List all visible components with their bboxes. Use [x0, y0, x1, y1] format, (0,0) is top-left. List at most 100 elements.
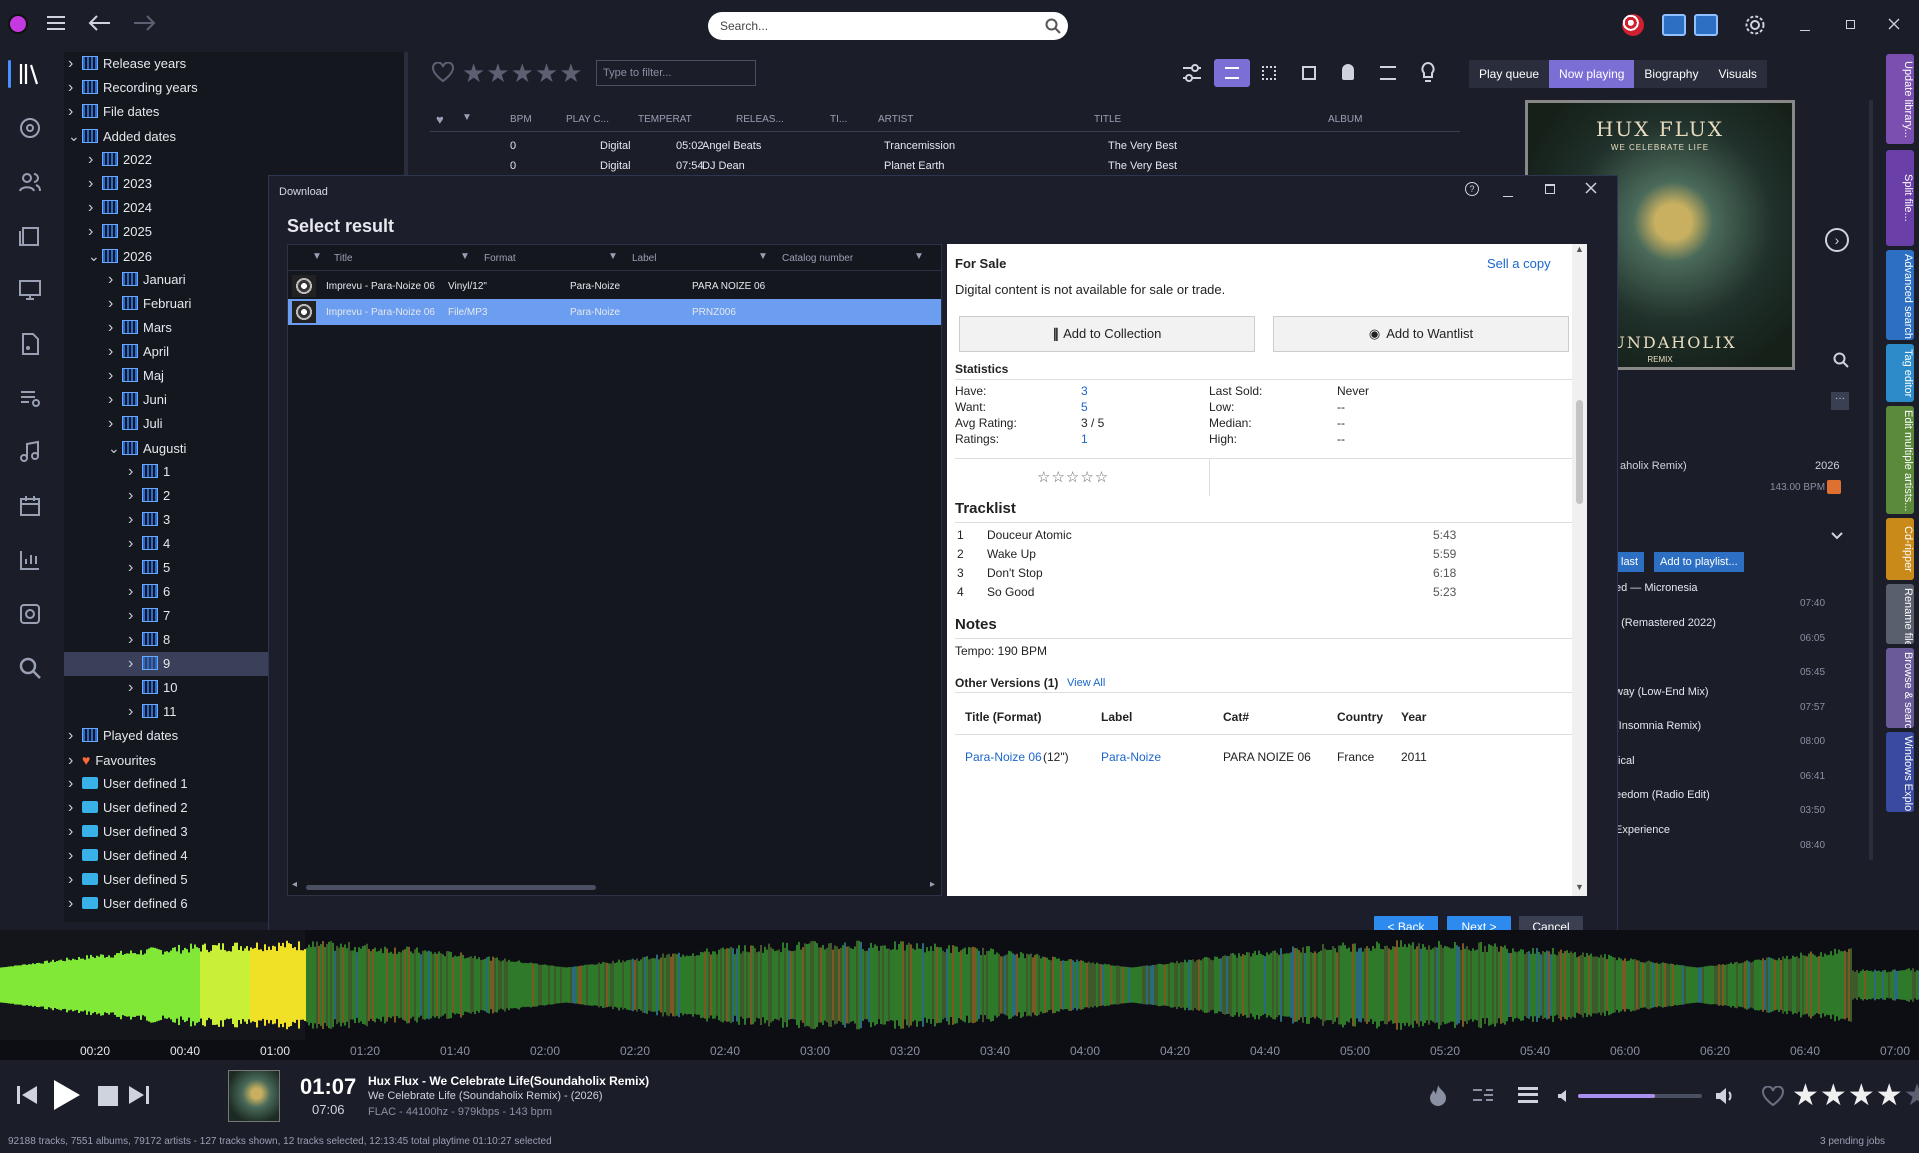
- rating-star-icon[interactable]: ★: [1904, 1079, 1919, 1112]
- add-to-wantlist-button[interactable]: ◉ Add to Wantlist: [1273, 316, 1569, 352]
- grid-filter-icon[interactable]: ▼: [608, 251, 618, 262]
- chevron-right-icon[interactable]: ›: [128, 460, 142, 484]
- stat-value[interactable]: 3: [1081, 384, 1088, 398]
- vertical-tab[interactable]: Update library...: [1886, 54, 1914, 144]
- chevron-right-icon[interactable]: ›: [68, 52, 82, 76]
- detail-vscrollbar[interactable]: ▲ ▼: [1572, 244, 1587, 896]
- forward-arrow-icon[interactable]: [132, 14, 156, 32]
- stat-value[interactable]: 1: [1081, 432, 1088, 446]
- up-next-title[interactable]: t (Remastered 2022): [1615, 617, 1716, 629]
- chevron-right-icon[interactable]: ›: [88, 172, 102, 196]
- col-time[interactable]: TI...: [830, 114, 847, 125]
- view-grid-small-icon[interactable]: [1262, 66, 1276, 80]
- music-note-icon[interactable]: [18, 440, 46, 468]
- heart-outline-icon[interactable]: [432, 62, 454, 82]
- waveform[interactable]: [0, 930, 1919, 1060]
- chevron-right-icon[interactable]: ›: [68, 100, 82, 124]
- view-grid-icon[interactable]: [1302, 66, 1316, 80]
- chevron-right-icon[interactable]: ›: [108, 292, 122, 316]
- grid-filter-icon[interactable]: ▼: [758, 251, 768, 262]
- up-next-title[interactable]: way (Low-End Mix): [1615, 686, 1709, 698]
- rating-star-icon[interactable]: ★: [1876, 1079, 1904, 1112]
- vertical-tab[interactable]: Browse & search: [1886, 648, 1914, 728]
- volume-low-icon[interactable]: [1558, 1090, 1568, 1102]
- volume-slider[interactable]: [1578, 1094, 1702, 1098]
- chevron-down-icon[interactable]: [1831, 532, 1843, 540]
- help-icon[interactable]: ?: [1465, 182, 1479, 196]
- grid-col-catalog[interactable]: Catalog number: [782, 253, 853, 264]
- chevron-right-icon[interactable]: ›: [128, 676, 142, 700]
- star-filter-rating[interactable]: ★★★★★: [462, 58, 584, 89]
- stat-value[interactable]: 5: [1081, 400, 1088, 414]
- fire-icon[interactable]: [1428, 1084, 1448, 1106]
- chevron-right-icon[interactable]: ›: [108, 412, 122, 436]
- tab-visuals[interactable]: Visuals: [1708, 60, 1766, 88]
- col-bpm[interactable]: BPM: [510, 114, 532, 125]
- view-all-link[interactable]: View All: [1067, 677, 1105, 689]
- tree-item[interactable]: › 2022: [64, 148, 404, 172]
- chevron-right-icon[interactable]: ›: [108, 268, 122, 292]
- col-title[interactable]: TITLE: [1094, 114, 1121, 125]
- globe-icon[interactable]: [1622, 14, 1644, 36]
- add-to-collection-button[interactable]: ∥ Add to Collection: [959, 316, 1255, 352]
- tree-item[interactable]: ⌄ Added dates: [64, 124, 404, 148]
- up-next-title[interactable]: (Insomnia Remix): [1615, 720, 1701, 732]
- chevron-right-icon[interactable]: ›: [108, 316, 122, 340]
- chevron-right-icon[interactable]: ›: [128, 604, 142, 628]
- tree-item[interactable]: › Recording years: [64, 76, 404, 100]
- chevron-right-icon[interactable]: ›: [88, 196, 102, 220]
- sell-a-copy-link[interactable]: Sell a copy: [1487, 256, 1551, 271]
- add-to-playlist-button[interactable]: Add to playlist...: [1654, 552, 1744, 572]
- albums-icon[interactable]: [18, 224, 46, 252]
- close-icon[interactable]: [1888, 18, 1900, 30]
- chevron-down-icon[interactable]: ⌄: [108, 436, 122, 460]
- chevron-right-icon[interactable]: ›: [68, 868, 82, 892]
- scroll-thumb[interactable]: [1576, 400, 1583, 504]
- col-filter-icon[interactable]: ▼: [462, 112, 472, 123]
- vertical-tab[interactable]: Advanced search: [1886, 250, 1914, 340]
- grid-hscrollbar[interactable]: [306, 885, 596, 890]
- radio-icon[interactable]: [18, 602, 46, 630]
- chevron-down-icon[interactable]: ⌄: [68, 124, 82, 148]
- grid-col-format[interactable]: Format: [484, 253, 516, 264]
- up-next-title[interactable]: Experience: [1615, 824, 1670, 836]
- chevron-right-icon[interactable]: ›: [68, 724, 82, 748]
- search-icon[interactable]: [1045, 18, 1061, 34]
- back-arrow-icon[interactable]: [88, 14, 112, 32]
- stop-icon[interactable]: [98, 1086, 118, 1106]
- chevron-down-icon[interactable]: ⌄: [88, 244, 102, 268]
- view-details-icon[interactable]: [1380, 66, 1396, 80]
- lightbulb-icon[interactable]: [1420, 62, 1436, 84]
- menu-icon[interactable]: [47, 15, 65, 31]
- up-next-title[interactable]: eedom (Radio Edit): [1615, 789, 1710, 801]
- settings-gear-icon[interactable]: [1744, 14, 1766, 36]
- player-rating[interactable]: ★★★★★: [1792, 1078, 1919, 1113]
- library-icon[interactable]: [18, 62, 46, 90]
- crossfade-icon[interactable]: [1472, 1087, 1494, 1103]
- vertical-tab[interactable]: Split file...: [1886, 150, 1914, 246]
- right-panel-toggle-icon[interactable]: [1694, 14, 1718, 36]
- tree-item[interactable]: › Release years: [64, 52, 404, 76]
- vertical-tab[interactable]: Tag editor: [1886, 344, 1914, 402]
- chevron-right-icon[interactable]: ›: [108, 388, 122, 412]
- ov-title-link[interactable]: Para-Noize 06: [965, 750, 1042, 764]
- tab-now-playing[interactable]: Now playing: [1549, 60, 1635, 88]
- scroll-right-icon[interactable]: ▸: [930, 879, 935, 890]
- zoom-icon[interactable]: [1833, 352, 1849, 368]
- tab-biography[interactable]: Biography: [1634, 60, 1708, 88]
- sliders-icon[interactable]: [1182, 64, 1202, 82]
- vertical-tab[interactable]: Windows Explorer: [1886, 732, 1914, 812]
- volume-high-icon[interactable]: [1716, 1087, 1734, 1105]
- heart-outline-icon[interactable]: [1762, 1086, 1784, 1106]
- col-artist[interactable]: ARTIST: [878, 114, 913, 125]
- chevron-right-icon[interactable]: ›: [68, 796, 82, 820]
- previous-icon[interactable]: [16, 1084, 38, 1106]
- vertical-tab[interactable]: Cd-ripper: [1886, 518, 1914, 580]
- track-title[interactable]: Hux Flux - We Celebrate Life(Soundaholix…: [368, 1074, 649, 1088]
- chevron-right-icon[interactable]: ›: [128, 580, 142, 604]
- calendar-icon[interactable]: [18, 494, 46, 522]
- stats-icon[interactable]: [18, 548, 46, 576]
- playlist-icon[interactable]: [18, 386, 46, 414]
- search-input[interactable]: Search...: [708, 12, 1068, 40]
- more-options-button[interactable]: ···: [1831, 392, 1849, 410]
